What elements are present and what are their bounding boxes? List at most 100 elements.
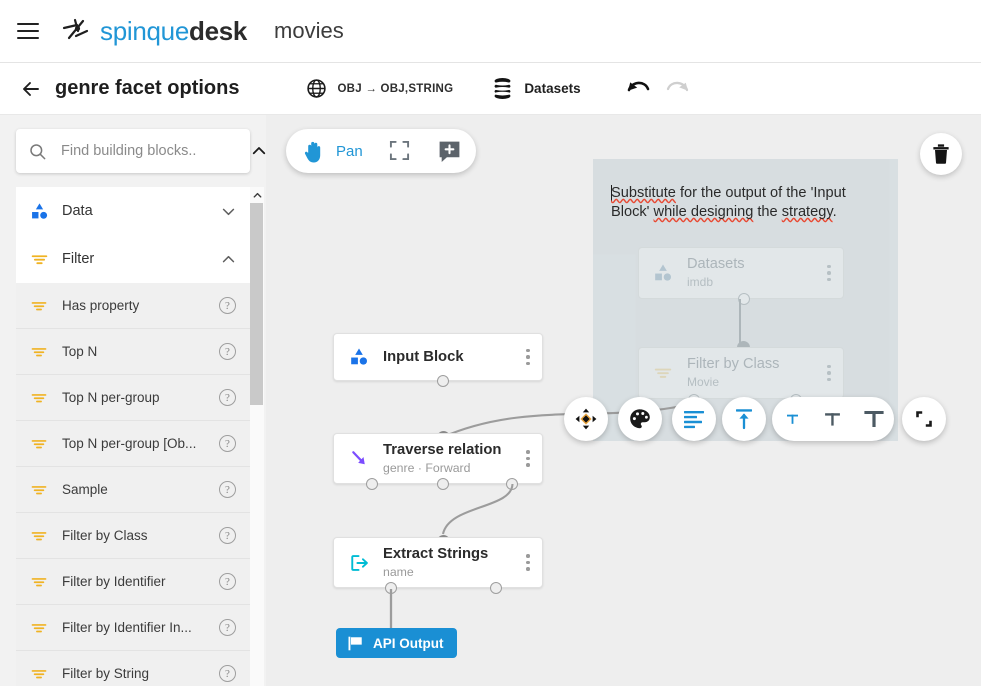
brand-first: spinque bbox=[100, 16, 189, 46]
ghost-block-subtitle: imdb bbox=[687, 275, 714, 289]
sidebar-group-data[interactable]: Data bbox=[16, 187, 250, 235]
node-traverse-relation[interactable]: Traverse relation genre · Forward bbox=[333, 433, 543, 484]
fit-to-screen-icon[interactable] bbox=[389, 140, 411, 162]
help-icon[interactable]: ? bbox=[219, 481, 236, 498]
building-blocks-sidebar: Data F bbox=[0, 115, 266, 686]
kebab-menu-icon[interactable] bbox=[526, 450, 530, 467]
kebab-menu-icon[interactable] bbox=[526, 554, 530, 571]
chevron-up-icon[interactable] bbox=[220, 251, 237, 268]
filter-icon bbox=[30, 481, 48, 499]
connector-traverse-to-extract bbox=[441, 483, 514, 535]
ghost-block-datasets[interactable]: Datasets imdb bbox=[638, 247, 844, 299]
datasets-label: Datasets bbox=[524, 81, 581, 96]
node-text: Input Block bbox=[383, 348, 526, 366]
ghost-block-filter-by-class[interactable]: Filter by Class Movie bbox=[638, 347, 844, 399]
search-bar[interactable] bbox=[16, 129, 266, 173]
sidebar-item-filter-by-class[interactable]: Filter by Class ? bbox=[16, 513, 250, 559]
ghost-block-subtitle: Movie bbox=[687, 375, 720, 389]
move-handle-icon[interactable] bbox=[564, 397, 608, 441]
sidebar-item-label: Filter by Identifier In... bbox=[62, 620, 192, 635]
database-icon bbox=[491, 77, 514, 101]
resize-handle-icon[interactable] bbox=[902, 397, 946, 441]
scroll-up-arrow-icon[interactable] bbox=[250, 187, 264, 203]
ghost-block-text: Datasets imdb bbox=[687, 255, 827, 291]
help-icon[interactable]: ? bbox=[219, 573, 236, 590]
filter-icon bbox=[653, 363, 673, 383]
brand-second: desk bbox=[188, 16, 248, 46]
sidebar-item-filter-by-identifier[interactable]: Filter by Identifier ? bbox=[16, 559, 250, 605]
color-palette-icon[interactable] bbox=[618, 397, 662, 441]
help-icon[interactable]: ? bbox=[219, 619, 236, 636]
filter-icon bbox=[30, 343, 48, 361]
top-bar: spinquedesk movies bbox=[0, 0, 981, 63]
pan-label: Pan bbox=[336, 142, 363, 160]
help-icon[interactable]: ? bbox=[219, 527, 236, 544]
sidebar-item-has-property[interactable]: Has property ? bbox=[16, 283, 250, 329]
text-size-large-icon[interactable] bbox=[857, 407, 891, 431]
node-extract-strings[interactable]: Extract Strings name bbox=[333, 537, 543, 588]
help-icon[interactable]: ? bbox=[219, 435, 236, 452]
help-icon[interactable]: ? bbox=[219, 343, 236, 360]
sidebar-item-label: Sample bbox=[62, 482, 108, 497]
sidebar-item-top-n-per-group-obj[interactable]: Top N per-group [Ob... ? bbox=[16, 421, 250, 467]
align-left-icon[interactable] bbox=[672, 397, 716, 441]
port-input-block-out[interactable] bbox=[437, 375, 449, 387]
substitute-note-text: Substitute for the output of the 'Input … bbox=[611, 185, 846, 220]
sidebar-item-filter-by-identifier-in[interactable]: Filter by Identifier In... ? bbox=[16, 605, 250, 651]
node-title: Traverse relation bbox=[383, 441, 502, 458]
filter-icon bbox=[30, 297, 48, 315]
flag-icon bbox=[347, 635, 364, 652]
sidebar-item-label: Top N per-group bbox=[62, 390, 160, 405]
data-shapes-icon bbox=[348, 347, 370, 367]
datasets-button[interactable]: Datasets bbox=[491, 77, 581, 101]
port-extract-out-right[interactable] bbox=[490, 582, 502, 594]
sidebar-item-filter-by-string[interactable]: Filter by String ? bbox=[16, 651, 250, 686]
undo-arrow-icon[interactable] bbox=[625, 76, 651, 102]
chevron-down-icon[interactable] bbox=[220, 203, 237, 220]
text-size-medium-icon[interactable] bbox=[816, 410, 850, 429]
filter-icon bbox=[30, 389, 48, 407]
application-root: spinquedesk movies genre facet options O… bbox=[0, 0, 981, 686]
ghost-block-title: Filter by Class bbox=[687, 356, 780, 372]
help-icon[interactable]: ? bbox=[219, 665, 236, 682]
node-text: Extract Strings name bbox=[383, 545, 526, 581]
node-subtitle: name bbox=[383, 564, 414, 579]
api-output-button[interactable]: API Output bbox=[336, 628, 457, 658]
signature-indicator: OBJ → OBJ,STRING bbox=[306, 78, 453, 99]
building-blocks-scroll-area: Data Filter Has property ? Top N ? Top N… bbox=[16, 187, 250, 686]
sidebar-item-sample[interactable]: Sample ? bbox=[16, 467, 250, 513]
node-subtitle: genre · Forward bbox=[383, 460, 471, 475]
sidebar-scrollbar-thumb[interactable] bbox=[250, 203, 263, 405]
filter-icon bbox=[30, 573, 48, 591]
sidebar-group-label: Data bbox=[62, 203, 93, 219]
trash-can-icon[interactable] bbox=[920, 133, 962, 175]
port-traverse-out-left[interactable] bbox=[366, 478, 378, 490]
help-icon[interactable]: ? bbox=[219, 297, 236, 314]
note-line-2: Block' while designing the strategy. bbox=[611, 204, 837, 220]
align-top-icon[interactable] bbox=[722, 397, 766, 441]
kebab-menu-icon[interactable] bbox=[827, 264, 831, 282]
strategy-canvas[interactable]: Substitute for the output of the 'Input … bbox=[266, 115, 981, 686]
kebab-menu-icon[interactable] bbox=[827, 364, 831, 382]
sidebar-group-filter[interactable]: Filter bbox=[16, 235, 250, 283]
help-icon[interactable]: ? bbox=[219, 389, 236, 406]
brand-logo[interactable]: spinquedesk bbox=[61, 16, 247, 46]
node-title: Extract Strings bbox=[383, 545, 489, 562]
text-size-small-icon[interactable] bbox=[775, 412, 809, 427]
ghost-block-text: Filter by Class Movie bbox=[687, 355, 827, 391]
arrow-left-icon[interactable] bbox=[16, 74, 46, 104]
data-shapes-icon bbox=[30, 202, 49, 221]
search-input[interactable] bbox=[59, 142, 250, 160]
sidebar-item-top-n[interactable]: Top N ? bbox=[16, 329, 250, 375]
add-note-icon[interactable] bbox=[437, 139, 462, 164]
hamburger-menu-icon[interactable] bbox=[17, 23, 39, 39]
kebab-menu-icon[interactable] bbox=[526, 348, 530, 366]
node-input-block[interactable]: Input Block bbox=[333, 333, 543, 381]
sidebar-item-label: Filter by Identifier bbox=[62, 574, 166, 589]
sidebar-item-label: Has property bbox=[62, 298, 140, 313]
sidebar-item-top-n-per-group[interactable]: Top N per-group ? bbox=[16, 375, 250, 421]
signature-text: OBJ → OBJ,STRING bbox=[337, 82, 454, 95]
hand-pan-icon[interactable] bbox=[302, 139, 326, 164]
redo-arrow-icon[interactable] bbox=[665, 76, 691, 102]
undo-redo-group bbox=[625, 76, 691, 102]
